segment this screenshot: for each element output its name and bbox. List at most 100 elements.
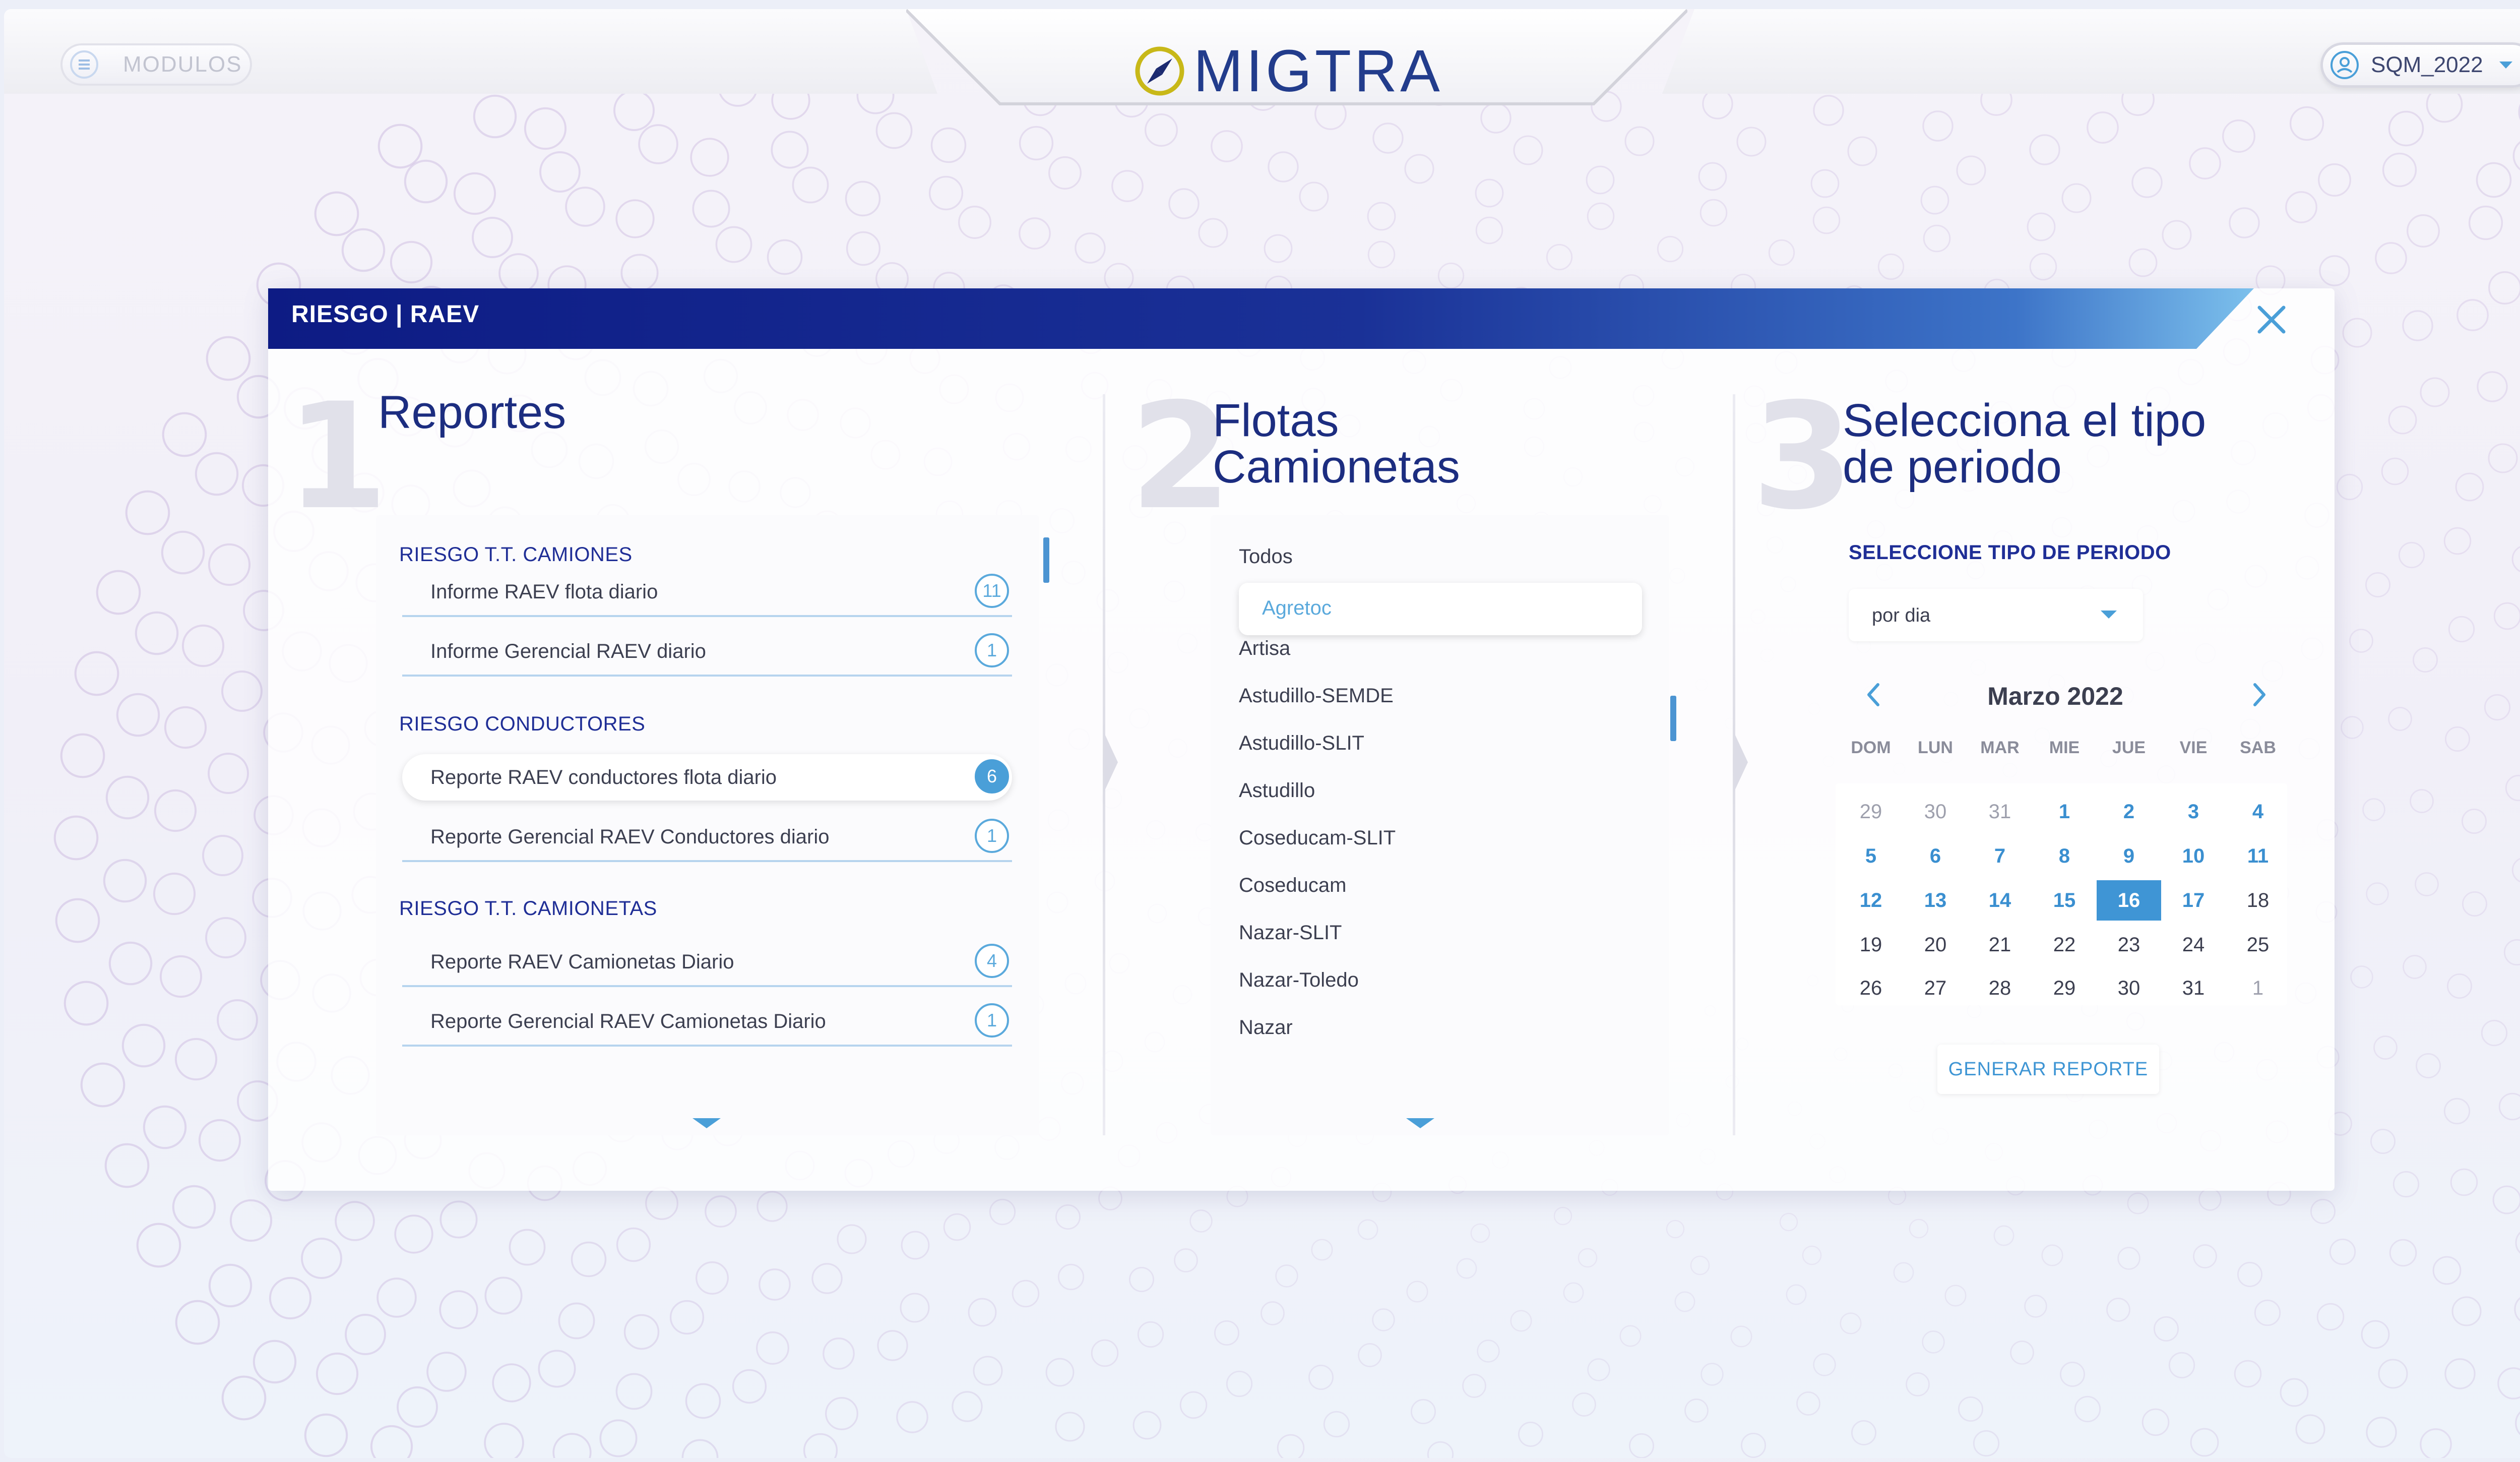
calendar-header: Marzo 2022 xyxy=(1854,675,2265,720)
report-item[interactable]: Reporte Gerencial RAEV Conductores diari… xyxy=(402,814,1012,862)
calendar-day[interactable]: 23 xyxy=(2097,925,2161,965)
modulos-button[interactable]: MODULOS xyxy=(60,43,252,86)
calendar-day: 29 xyxy=(1859,800,1882,823)
fleet-item[interactable]: Nazar-SLIT xyxy=(1239,922,1342,944)
calendar-weekday: VIE xyxy=(2179,738,2208,757)
fleet-item[interactable]: Nazar xyxy=(1239,1016,1293,1039)
report-item[interactable]: Informe RAEV flota diario 11 xyxy=(402,569,1012,617)
reports-scrollbar[interactable] xyxy=(1043,537,1049,583)
fleet-item[interactable]: Coseducam-SLIT xyxy=(1239,827,1396,849)
calendar-day[interactable]: 29 xyxy=(2032,968,2097,1008)
calendar-day[interactable]: 4 xyxy=(2226,791,2290,832)
report-count-badge: 6 xyxy=(975,759,1009,794)
divider-arrow xyxy=(1734,732,1748,793)
calendar-day[interactable]: 14 xyxy=(1968,880,2032,921)
calendar-day[interactable]: 6 xyxy=(1903,836,1968,876)
calendar-day[interactable]: 10 xyxy=(2161,836,2226,876)
app-window: MODULOS MIGTRA SQM_2022 RIESGO | RAEV 1 xyxy=(4,9,2520,1458)
fleet-item[interactable]: Coseducam xyxy=(1239,874,1346,897)
calendar-day[interactable]: 25 xyxy=(2226,925,2290,965)
section-label: RIESGO CONDUCTORES xyxy=(399,713,646,735)
chevron-down-icon xyxy=(2499,62,2512,69)
calendar-day[interactable]: 21 xyxy=(1968,925,2032,965)
calendar-day[interactable]: 18 xyxy=(2226,880,2290,921)
fleet-item-label: Agretoc xyxy=(1262,597,1332,619)
fleet-item[interactable]: Todos xyxy=(1239,545,1293,568)
calendar-day[interactable]: 8 xyxy=(2032,836,2097,876)
step-3-number: 3 xyxy=(1752,372,1854,542)
report-count-badge: 11 xyxy=(975,574,1009,608)
calendar-day: 30 xyxy=(1924,800,1947,823)
step-1-number: 1 xyxy=(286,372,388,542)
period-type-select[interactable]: por dia xyxy=(1849,589,2143,641)
fleet-item[interactable]: Nazar-Toledo xyxy=(1239,969,1359,992)
chevron-down-icon xyxy=(2101,611,2117,619)
calendar-day[interactable]: 12 xyxy=(1839,880,1903,921)
report-count-badge: 1 xyxy=(975,819,1009,853)
calendar-day[interactable]: 17 xyxy=(2161,880,2226,921)
calendar-day[interactable]: 7 xyxy=(1968,836,2032,876)
section-label: RIESGO T.T. CAMIONETAS xyxy=(399,897,657,920)
calendar-day[interactable]: 27 xyxy=(1903,968,1968,1008)
fleet-item[interactable]: Astudillo-SEMDE xyxy=(1239,685,1394,707)
calendar-day[interactable]: 31 xyxy=(2161,968,2226,1008)
report-item-label: Informe RAEV flota diario xyxy=(430,581,658,603)
calendar-day[interactable]: 5 xyxy=(1839,836,1903,876)
calendar-weekday: MIE xyxy=(2049,738,2080,757)
step-1-title: Reportes xyxy=(378,387,566,438)
step-3-title: Selecciona el tipo de periodo xyxy=(1843,395,2207,493)
fleet-item[interactable]: Astudillo xyxy=(1239,779,1315,802)
generate-report-button[interactable]: GENERAR REPORTE xyxy=(1937,1045,2159,1094)
period-type-value: por dia xyxy=(1872,605,1931,626)
calendar-day[interactable]: 19 xyxy=(1839,925,1903,965)
scroll-down-icon[interactable] xyxy=(1406,1117,1434,1129)
user-menu-button[interactable]: SQM_2022 xyxy=(2320,42,2520,88)
fleets-scrollbar[interactable] xyxy=(1670,696,1676,741)
calendar-day: 1 xyxy=(2252,977,2264,999)
calendar-day[interactable]: 20 xyxy=(1903,925,1968,965)
calendar-weekday: LUN xyxy=(1918,738,1953,757)
report-item[interactable]: Reporte RAEV Camionetas Diario 4 xyxy=(402,939,1012,987)
step-2-title: Flotas Camionetas xyxy=(1213,395,1460,493)
modal-header: RIESGO | RAEV xyxy=(268,288,2254,349)
close-icon[interactable] xyxy=(2251,299,2292,340)
reports-panel: RIESGO T.T. CAMIONES Informe RAEV flota … xyxy=(376,515,1039,1135)
calendar-day[interactable]: 30 xyxy=(2097,968,2161,1008)
report-count-badge: 1 xyxy=(975,633,1009,667)
calendar-day[interactable]: 22 xyxy=(2032,925,2097,965)
calendar-day[interactable]: 3 xyxy=(2161,791,2226,832)
calendar-day[interactable]: 1 xyxy=(2032,791,2097,832)
report-count-badge: 4 xyxy=(975,944,1009,978)
report-item-label: Reporte Gerencial RAEV Conductores diari… xyxy=(430,826,830,848)
calendar-day: 31 xyxy=(1988,800,2011,823)
fleet-item[interactable]: Artisa xyxy=(1239,637,1290,660)
calendar-day[interactable]: 28 xyxy=(1968,968,2032,1008)
fleet-item-selected[interactable]: Agretoc xyxy=(1239,583,1642,635)
report-item-label: Reporte RAEV Camionetas Diario xyxy=(430,951,734,973)
user-icon xyxy=(2330,51,2359,79)
scroll-down-icon[interactable] xyxy=(692,1117,721,1129)
report-count-badge: 1 xyxy=(975,1003,1009,1038)
chevron-right-icon[interactable] xyxy=(2244,680,2274,710)
modulos-label: MODULOS xyxy=(123,52,242,77)
menu-icon xyxy=(70,50,98,79)
report-item[interactable]: Informe Gerencial RAEV diario 1 xyxy=(402,628,1012,677)
report-item-selected[interactable]: Reporte RAEV conductores flota diario 6 xyxy=(402,754,1012,801)
user-name: SQM_2022 xyxy=(2371,52,2483,77)
calendar-day[interactable]: 11 xyxy=(2226,836,2290,876)
calendar-day[interactable]: 2 xyxy=(2097,791,2161,832)
period-type-label: SELECCIONE TIPO DE PERIODO xyxy=(1849,541,2171,564)
calendar-month-label: Marzo 2022 xyxy=(1987,682,2123,710)
calendar-day[interactable]: 26 xyxy=(1839,968,1903,1008)
logo: MIGTRA xyxy=(1132,38,1443,104)
calendar-weekday: MAR xyxy=(1980,738,2020,757)
fleet-item[interactable]: Astudillo-SLIT xyxy=(1239,732,1364,755)
report-item[interactable]: Reporte Gerencial RAEV Camionetas Diario… xyxy=(402,998,1012,1047)
calendar-weekday: JUE xyxy=(2112,738,2146,757)
calendar-day[interactable]: 15 xyxy=(2032,880,2097,921)
logo-text: MIGTRA xyxy=(1193,38,1443,104)
calendar-day[interactable]: 24 xyxy=(2161,925,2226,965)
calendar-day-selected[interactable]: 16 xyxy=(2097,880,2161,921)
calendar-day[interactable]: 9 xyxy=(2097,836,2161,876)
calendar-day[interactable]: 13 xyxy=(1903,880,1968,921)
